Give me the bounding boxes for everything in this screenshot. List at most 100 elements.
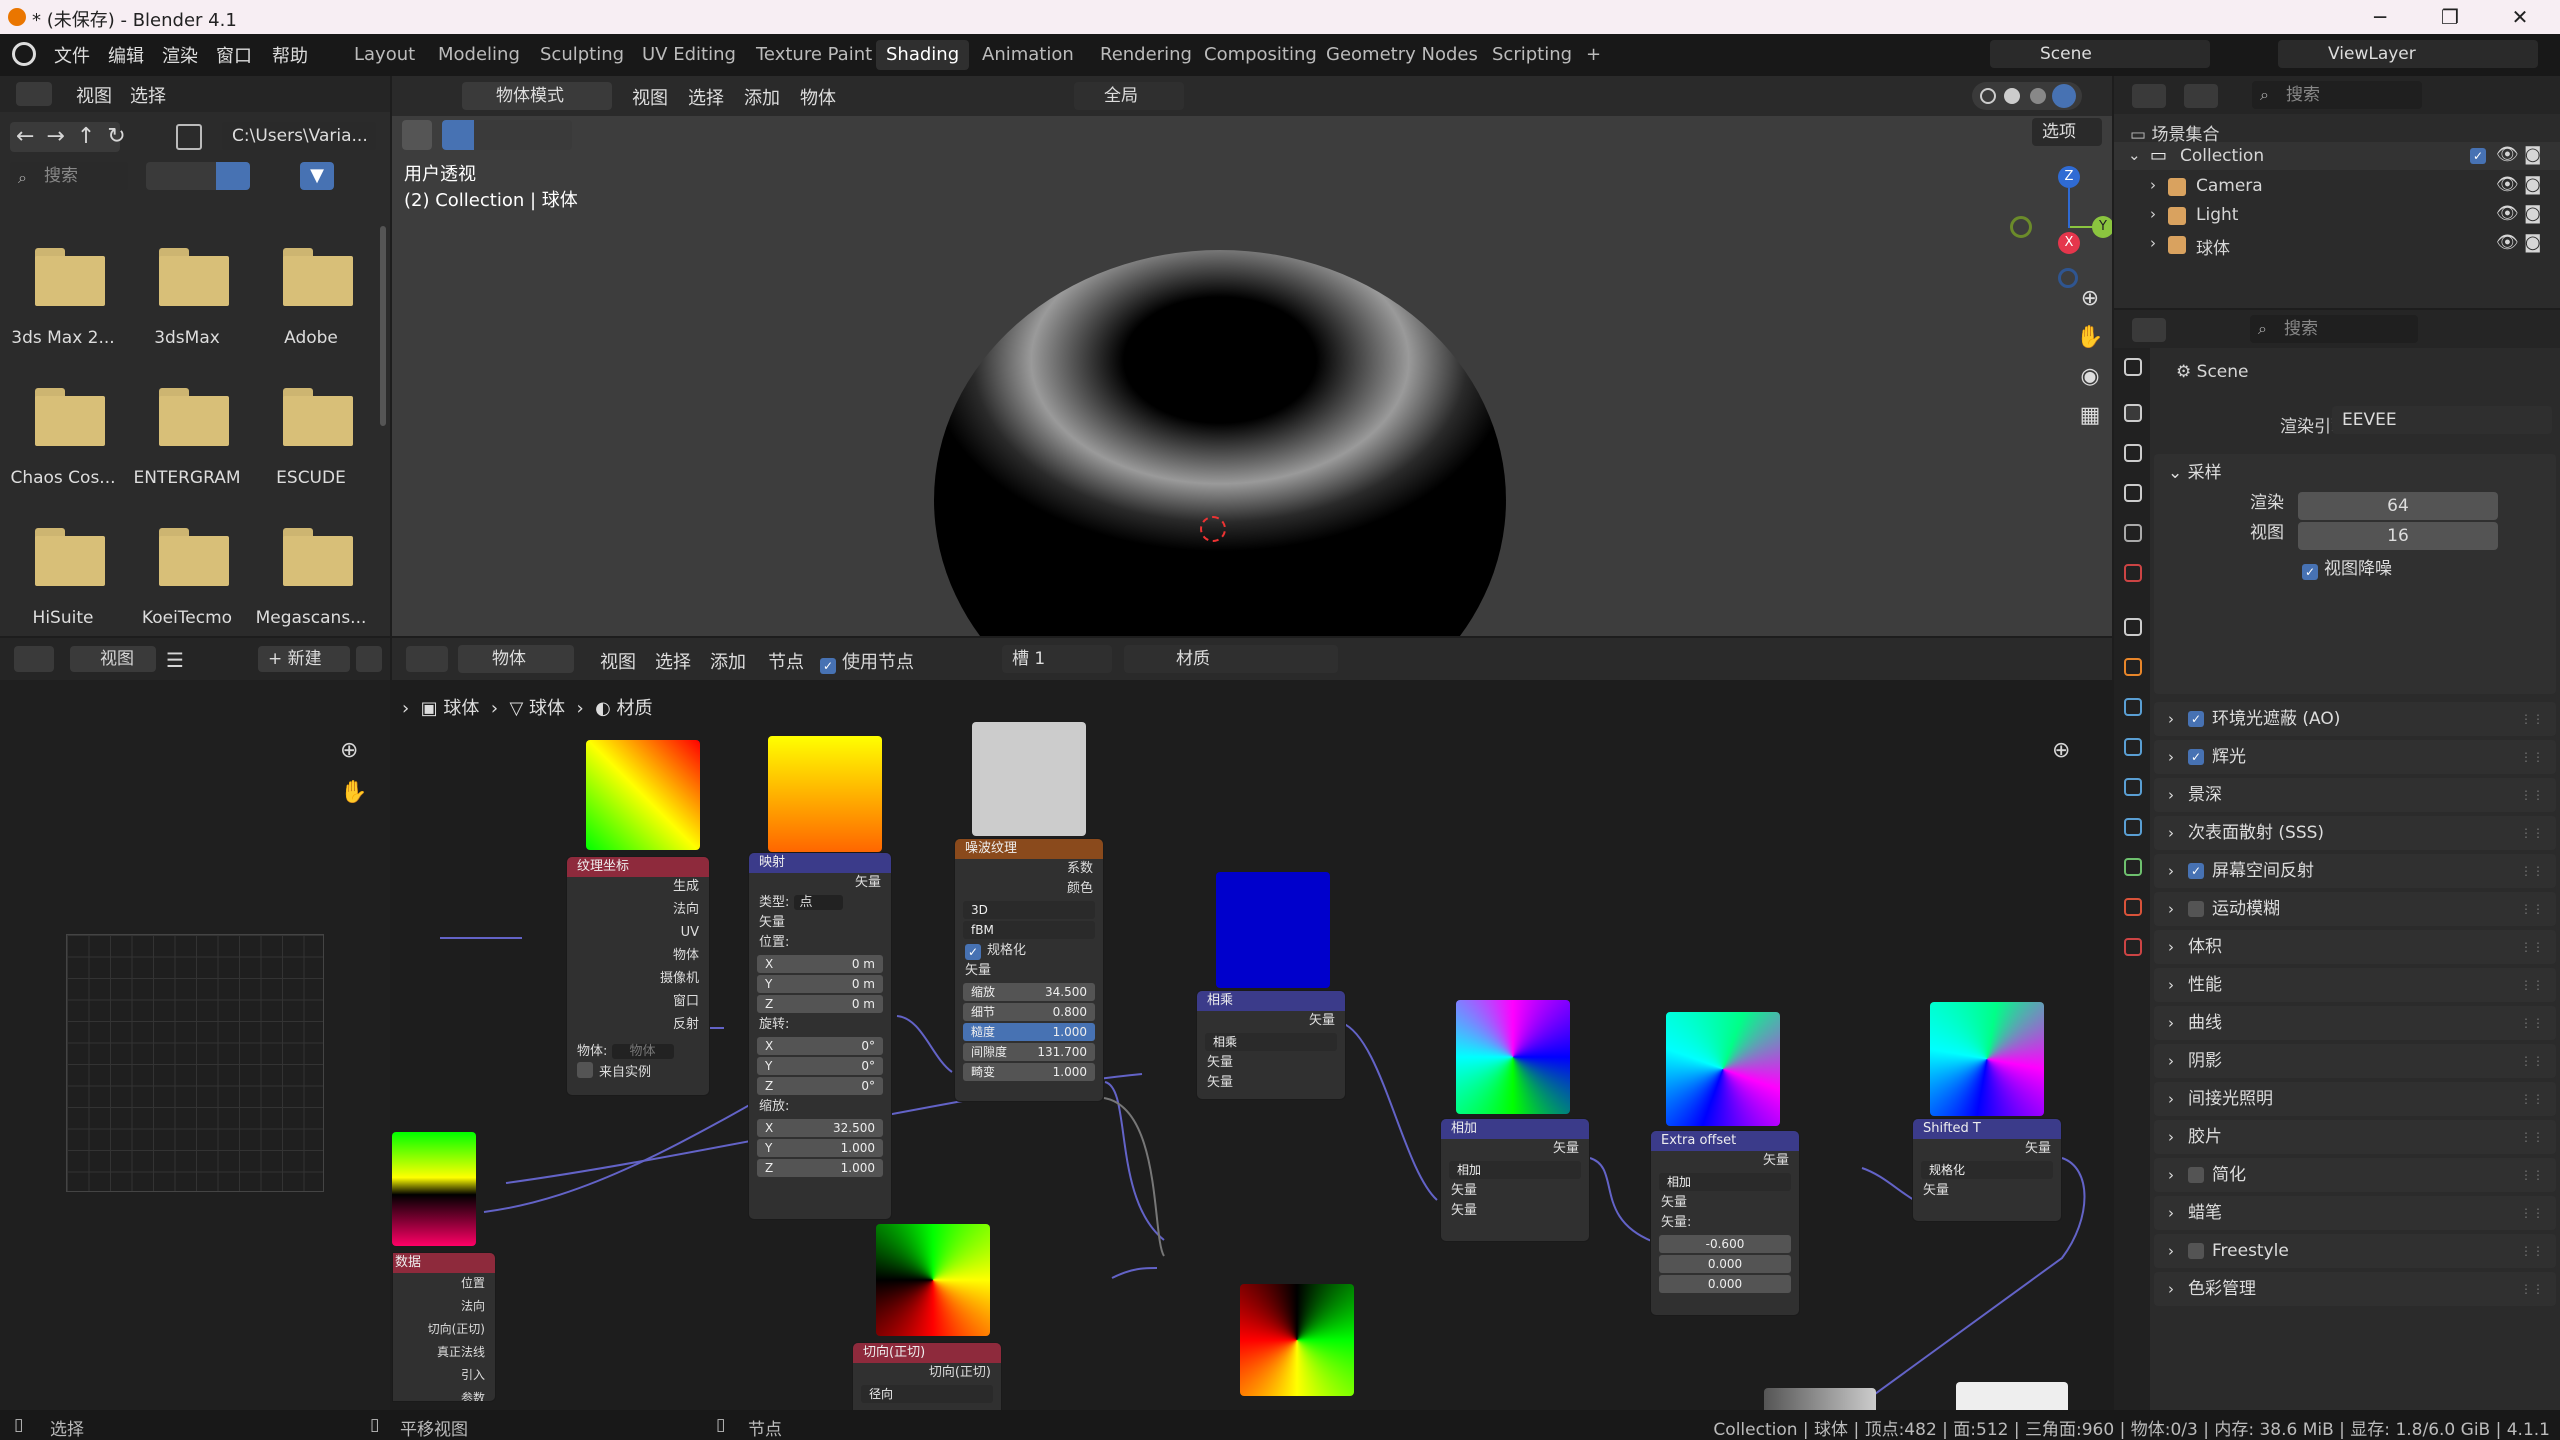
viewlayer-selector[interactable]: ViewLayer (2278, 40, 2538, 68)
menu-item-2[interactable]: 渲染 (162, 42, 198, 68)
grid-ortho-icon[interactable]: ▦ (2080, 403, 2101, 428)
eye-icon[interactable]: 👁 (2496, 144, 2519, 165)
drag-handle-icon[interactable]: ⋮⋮ (2520, 1234, 2544, 1268)
world-tab-icon[interactable] (2124, 564, 2142, 582)
z-axis-icon[interactable]: Z (2058, 166, 2080, 188)
multiply-op-dropdown[interactable]: 相乘 (1205, 1033, 1337, 1051)
select-tool-icon[interactable] (402, 120, 432, 150)
selection-mode-buttons[interactable] (442, 120, 572, 150)
transform-orientation[interactable]: 全局 (1074, 82, 1184, 110)
folder-icon[interactable] (283, 248, 353, 306)
object-picker[interactable]: 物体 (611, 1044, 674, 1059)
folder-name[interactable]: 3ds Max 2... (0, 328, 128, 348)
node-texture-coordinate[interactable]: 纹理坐标 生成 法向 UV 物体 摄像机 窗口 反射 物体: 物体 来自实例 (566, 856, 710, 1096)
vp-menu-view[interactable]: 视图 (632, 84, 668, 110)
property-section[interactable]: › 阴影 ⋮⋮ (2154, 1044, 2556, 1078)
expand-arrow-icon[interactable]: › (2168, 1082, 2174, 1116)
eye-icon[interactable]: 👁 (2496, 203, 2519, 224)
fb-menu-view[interactable]: 视图 (76, 82, 112, 108)
section-checkbox[interactable]: ✓ (2188, 749, 2204, 765)
property-section[interactable]: › 运动模糊 ⋮⋮ (2154, 892, 2556, 926)
drag-handle-icon[interactable]: ⋮⋮ (2520, 702, 2544, 736)
mapping-loc-field[interactable]: Y 0 m (757, 975, 883, 993)
normalize-checkbox[interactable]: ✓ 规格化 (955, 941, 1103, 961)
folder-icon[interactable] (159, 388, 229, 446)
expand-arrow-icon[interactable]: › (2168, 1196, 2174, 1230)
section-checkbox[interactable]: ✓ (2188, 711, 2204, 727)
zoom-icon[interactable]: ⊕ (2081, 286, 2099, 311)
vp-menu-object[interactable]: 物体 (800, 84, 836, 110)
collection-include-checkbox[interactable]: ✓ (2470, 148, 2486, 164)
node-tangent[interactable]: 切向(正切) 切向(正切) 径向 (852, 1342, 1002, 1410)
property-section[interactable]: › 体积 ⋮⋮ (2154, 930, 2556, 964)
vp-menu-select[interactable]: 选择 (688, 84, 724, 110)
drag-handle-icon[interactable]: ⋮⋮ (2520, 816, 2544, 850)
node-title[interactable]: 映射 (749, 853, 891, 873)
node-title[interactable]: Shifted T (1913, 1119, 2061, 1139)
render-tab-icon[interactable] (2124, 404, 2142, 422)
mapping-scl-field[interactable]: Y 1.000 (757, 1139, 883, 1157)
shading-modes[interactable] (1972, 82, 2082, 110)
render-samples-field[interactable]: 64 (2298, 492, 2498, 520)
collection-tab-icon[interactable] (2124, 618, 2142, 636)
node-title[interactable]: 相加 (1441, 1119, 1589, 1139)
property-section[interactable]: › 色彩管理 ⋮⋮ (2154, 1272, 2556, 1306)
noise-field[interactable]: 糙度 1.000 (963, 1023, 1095, 1041)
folder-icon[interactable] (159, 528, 229, 586)
property-section[interactable]: › 胶片 ⋮⋮ (2154, 1120, 2556, 1154)
navigation-gizmo[interactable]: Z Y X (2010, 166, 2112, 288)
path-field[interactable]: C:\Users\Varia... (222, 122, 376, 150)
options-button[interactable]: 选项 (2032, 118, 2102, 146)
expand-arrow-icon[interactable]: › (2168, 854, 2174, 888)
expand-arrow-icon[interactable]: › (2168, 702, 2174, 736)
expand-arrow-icon[interactable]: › (2150, 176, 2156, 194)
workspace-tab-0[interactable]: Layout (344, 40, 425, 70)
editor-type-icon[interactable] (16, 82, 52, 106)
tool-tab-icon[interactable] (2124, 358, 2142, 376)
image-editor-type-icon[interactable] (14, 646, 54, 672)
image-editor[interactable]: 视图 ☰ + 新建 ⊕ ✋ (0, 638, 390, 1410)
3d-viewport[interactable]: 物体模式 视图 选择 添加 物体 全局 选项 用户透视 (2) Collecti… (392, 76, 2112, 636)
folder-name[interactable]: ENTERGRAM (122, 468, 252, 488)
scene-selector[interactable]: Scene (1990, 40, 2210, 68)
from-instancer-checkbox[interactable]: 来自实例 (567, 1062, 709, 1082)
workspace-tab-4[interactable]: Texture Paint (746, 40, 882, 70)
property-section[interactable]: › 间接光照明 ⋮⋮ (2154, 1082, 2556, 1116)
drag-handle-icon[interactable]: ⋮⋮ (2520, 740, 2544, 774)
wireframe-icon[interactable] (1980, 88, 1996, 104)
camera-render-icon[interactable]: ◙ (2524, 203, 2541, 224)
tangent-direction-dropdown[interactable]: 径向 (861, 1385, 993, 1403)
eye-icon[interactable]: 👁 (2496, 174, 2519, 195)
node-title[interactable]: 纹理坐标 (567, 857, 709, 877)
workspace-tab-1[interactable]: Modeling (428, 40, 530, 70)
outliner-type-icon[interactable] (2132, 84, 2166, 108)
drag-handle-icon[interactable]: ⋮⋮ (2520, 930, 2544, 964)
mapping-loc-field[interactable]: X 0 m (757, 955, 883, 973)
mapping-rot-field[interactable]: X 0° (757, 1037, 883, 1055)
blender-menu-icon[interactable] (12, 42, 36, 66)
thumbnail-view-icon[interactable] (216, 162, 250, 190)
extra-op-dropdown[interactable]: 相加 (1659, 1173, 1791, 1191)
workspace-tab-8[interactable]: Compositing (1194, 40, 1327, 70)
expand-arrow-icon[interactable]: › (2150, 205, 2156, 223)
node-mapping[interactable]: 映射 矢量 类型: 点 矢量 位置: X0 mY0 mZ0 m 旋转: X 0° Y… (748, 852, 892, 1220)
outliner-search-input[interactable]: 搜索 (2252, 81, 2422, 109)
drag-handle-icon[interactable]: ⋮⋮ (2520, 1082, 2544, 1116)
texture-tab-icon[interactable] (2124, 938, 2142, 956)
menu-item-4[interactable]: 帮助 (272, 42, 308, 68)
y-axis-icon[interactable]: Y (2092, 216, 2112, 238)
output-tab-icon[interactable] (2124, 444, 2142, 462)
folder-name[interactable]: 3dsMax (122, 328, 252, 348)
folder-icon[interactable] (283, 528, 353, 586)
fb-menu-select[interactable]: 选择 (130, 82, 166, 108)
drag-handle-icon[interactable]: ⋮⋮ (2520, 892, 2544, 926)
expand-arrow-icon[interactable]: › (2168, 1272, 2174, 1306)
workspace-tab-5[interactable]: Shading (876, 40, 970, 70)
camera-render-icon[interactable]: ◙ (2524, 144, 2541, 165)
outliner-item[interactable]: › Camera 👁 ◙ (2114, 172, 2560, 200)
extra-z-field[interactable]: 0.000 (1659, 1275, 1791, 1293)
material-tab-icon[interactable] (2124, 898, 2142, 916)
section-checkbox[interactable] (2188, 1167, 2204, 1183)
particles-tab-icon[interactable] (2124, 738, 2142, 756)
folder-name[interactable]: Adobe (246, 328, 376, 348)
